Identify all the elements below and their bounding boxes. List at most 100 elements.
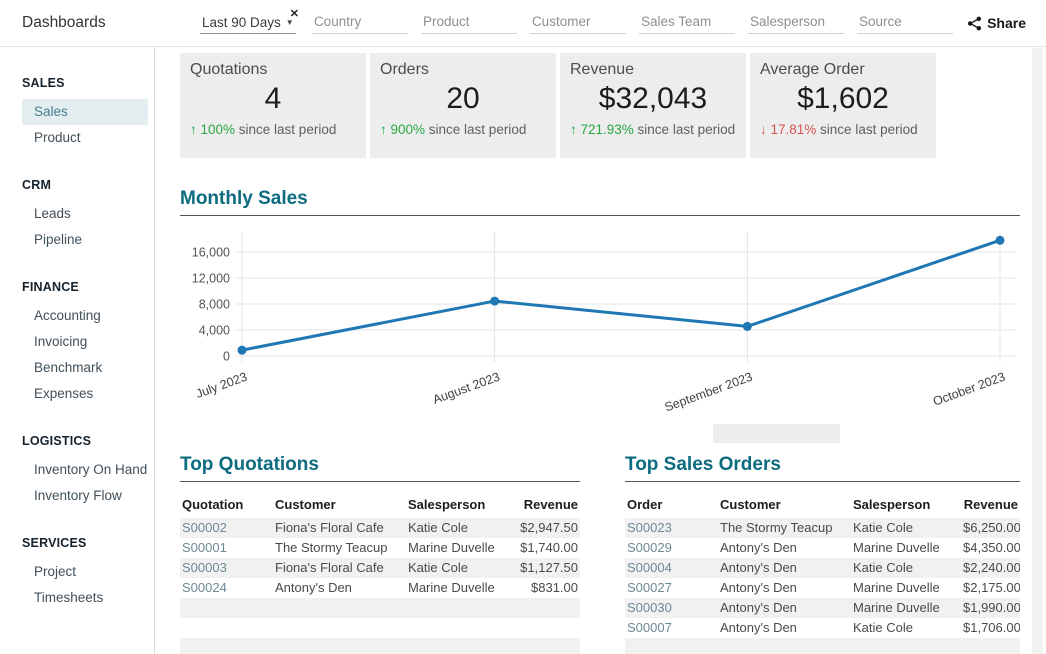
record-link[interactable]: S00007 [625,621,720,635]
table-cell: Katie Cole [853,521,963,535]
kpi-delta: ↑ 100% since last period [190,122,356,137]
table-cell: Antony's Den [720,601,853,615]
table-cell: $6,250.00 [963,521,1020,535]
clear-filter-icon[interactable]: ✕ [290,7,299,20]
main-content: Quotations4↑ 100% since last period Order… [155,47,1033,654]
table-cell: Antony's Den [275,581,408,595]
top-quotations-title: Top Quotations [180,454,580,476]
record-link[interactable]: S00001 [180,541,275,555]
filter-input-country[interactable] [312,12,408,34]
table-cell: $1,990.00 [963,601,1020,615]
kpi-delta-suffix: since last period [425,122,526,137]
table-cell: The Stormy Teacup [275,541,408,555]
table-cell: Marine Duvelle [408,581,518,595]
chart-scroll-placeholder [713,424,840,443]
sidebar-item-benchmark[interactable]: Benchmark [22,355,148,381]
record-link[interactable]: S00004 [625,561,720,575]
sidebar-section-crm: CRM LeadsPipeline [0,177,154,253]
sidebar-item-expenses[interactable]: Expenses [22,381,148,407]
table-cell: $1,706.00 [963,621,1020,635]
sidebar-item-invoicing[interactable]: Invoicing [22,329,148,355]
filter-input-customer[interactable] [530,12,626,34]
svg-text:12,000: 12,000 [192,272,230,286]
kpi-delta: ↑ 721.93% since last period [570,122,736,137]
sidebar-item-inventory-flow[interactable]: Inventory Flow [22,483,148,509]
column-header-quotation: Quotation [180,498,275,512]
sidebar-item-product[interactable]: Product [22,125,148,151]
table-row: S00002Fiona's Floral CafeKatie Cole$2,94… [180,518,580,538]
table-cell: Marine Duvelle [408,541,518,555]
record-link[interactable]: S00030 [625,601,720,615]
column-header-order: Order [625,498,720,512]
svg-text:0: 0 [223,350,230,364]
kpi-row: Quotations4↑ 100% since last period Order… [180,53,1033,158]
table-header-row: QuotationCustomerSalespersonRevenue [180,494,580,518]
dashboard-app: Dashboards Last 90 Days ▼ ✕ [0,0,1046,654]
sidebar-item-sales[interactable]: Sales [22,99,148,125]
vertical-scrollbar[interactable] [1032,48,1043,654]
record-link[interactable]: S00023 [625,521,720,535]
kpi-card-orders: Orders20↑ 900% since last period [370,53,556,158]
share-button[interactable]: Share [967,15,1026,31]
sidebar-item-leads[interactable]: Leads [22,201,148,227]
kpi-label: Orders [380,61,546,79]
sidebar-section-logistics: LOGISTICSInventory On HandInventory Flow [0,433,154,509]
svg-text:August 2023: August 2023 [431,370,502,407]
share-label: Share [987,15,1026,31]
kpi-card-quotations: Quotations4↑ 100% since last period [180,53,366,158]
record-link[interactable]: S00003 [180,561,275,575]
kpi-delta-suffix: since last period [634,122,735,137]
record-link[interactable]: S00002 [180,521,275,535]
share-icon [967,16,982,31]
table-empty-row [180,638,580,654]
table-cell: Marine Duvelle [853,541,963,555]
date-range-filter[interactable]: Last 90 Days ▼ [200,13,296,34]
table-row: S00029Antony's DenMarine Duvelle$4,350.0… [625,538,1020,558]
table-row: S00001The Stormy TeacupMarine Duvelle$1,… [180,538,580,558]
section-divider [180,215,1020,216]
kpi-label: Revenue [570,61,736,79]
filter-input-source[interactable] [857,12,953,34]
svg-text:July 2023: July 2023 [194,370,249,401]
sidebar-item-accounting[interactable]: Accounting [22,303,148,329]
record-link[interactable]: S00029 [625,541,720,555]
filter-input-salesperson[interactable] [748,12,844,34]
filter-input-sales-team[interactable] [639,12,735,34]
table-header-row: OrderCustomerSalespersonRevenue [625,494,1020,518]
kpi-label: Quotations [190,61,356,79]
kpi-value: $1,602 [760,82,926,116]
date-range-value: Last 90 Days [202,15,281,30]
record-link[interactable]: S00024 [180,581,275,595]
sidebar-item-inventory-on-hand[interactable]: Inventory On Hand [22,457,148,483]
table-cell: Antony's Den [720,541,853,555]
chart-title: Monthly Sales [180,188,1020,210]
sidebar-item-timesheets[interactable]: Timesheets [22,585,148,611]
svg-text:September 2023: September 2023 [663,370,755,415]
sidebar-section-label: CRM [0,177,154,193]
sidebar-item-project[interactable]: Project [22,559,148,585]
kpi-delta-suffix: since last period [816,122,917,137]
table-empty-row [180,618,580,638]
up-arrow-icon: ↑ 100% [190,122,235,137]
table-row: S00003Fiona's Floral CafeKatie Cole$1,12… [180,558,580,578]
column-header-salesperson: Salesperson [853,498,963,512]
svg-text:8,000: 8,000 [199,298,230,312]
record-link[interactable]: S00027 [625,581,720,595]
table-cell: Antony's Den [720,581,853,595]
table-row: S00030Antony's DenMarine Duvelle$1,990.0… [625,598,1020,618]
sidebar-nav: SALESSalesProductCRMLeadsPipelineFINANCE… [0,47,155,654]
monthly-sales-chart: 04,0008,00012,00016,000July 2023August 2… [180,224,1020,422]
top-quotations-section: Top Quotations QuotationCustomerSalesper… [180,454,580,654]
sidebar-item-pipeline[interactable]: Pipeline [22,227,148,253]
table-cell: $4,350.00 [963,541,1020,555]
kpi-value: 20 [380,82,546,116]
table-cell: Antony's Den [720,621,853,635]
table-cell: Fiona's Floral Cafe [275,521,408,535]
table-cell: Katie Cole [408,521,518,535]
kpi-delta-suffix: since last period [235,122,336,137]
filter-input-product[interactable] [421,12,517,34]
sidebar-section-label: SERVICES [0,535,154,551]
top-bar: Dashboards Last 90 Days ▼ ✕ [0,0,1046,47]
table-cell: Katie Cole [853,561,963,575]
table-row: S00023The Stormy TeacupKatie Cole$6,250.… [625,518,1020,538]
